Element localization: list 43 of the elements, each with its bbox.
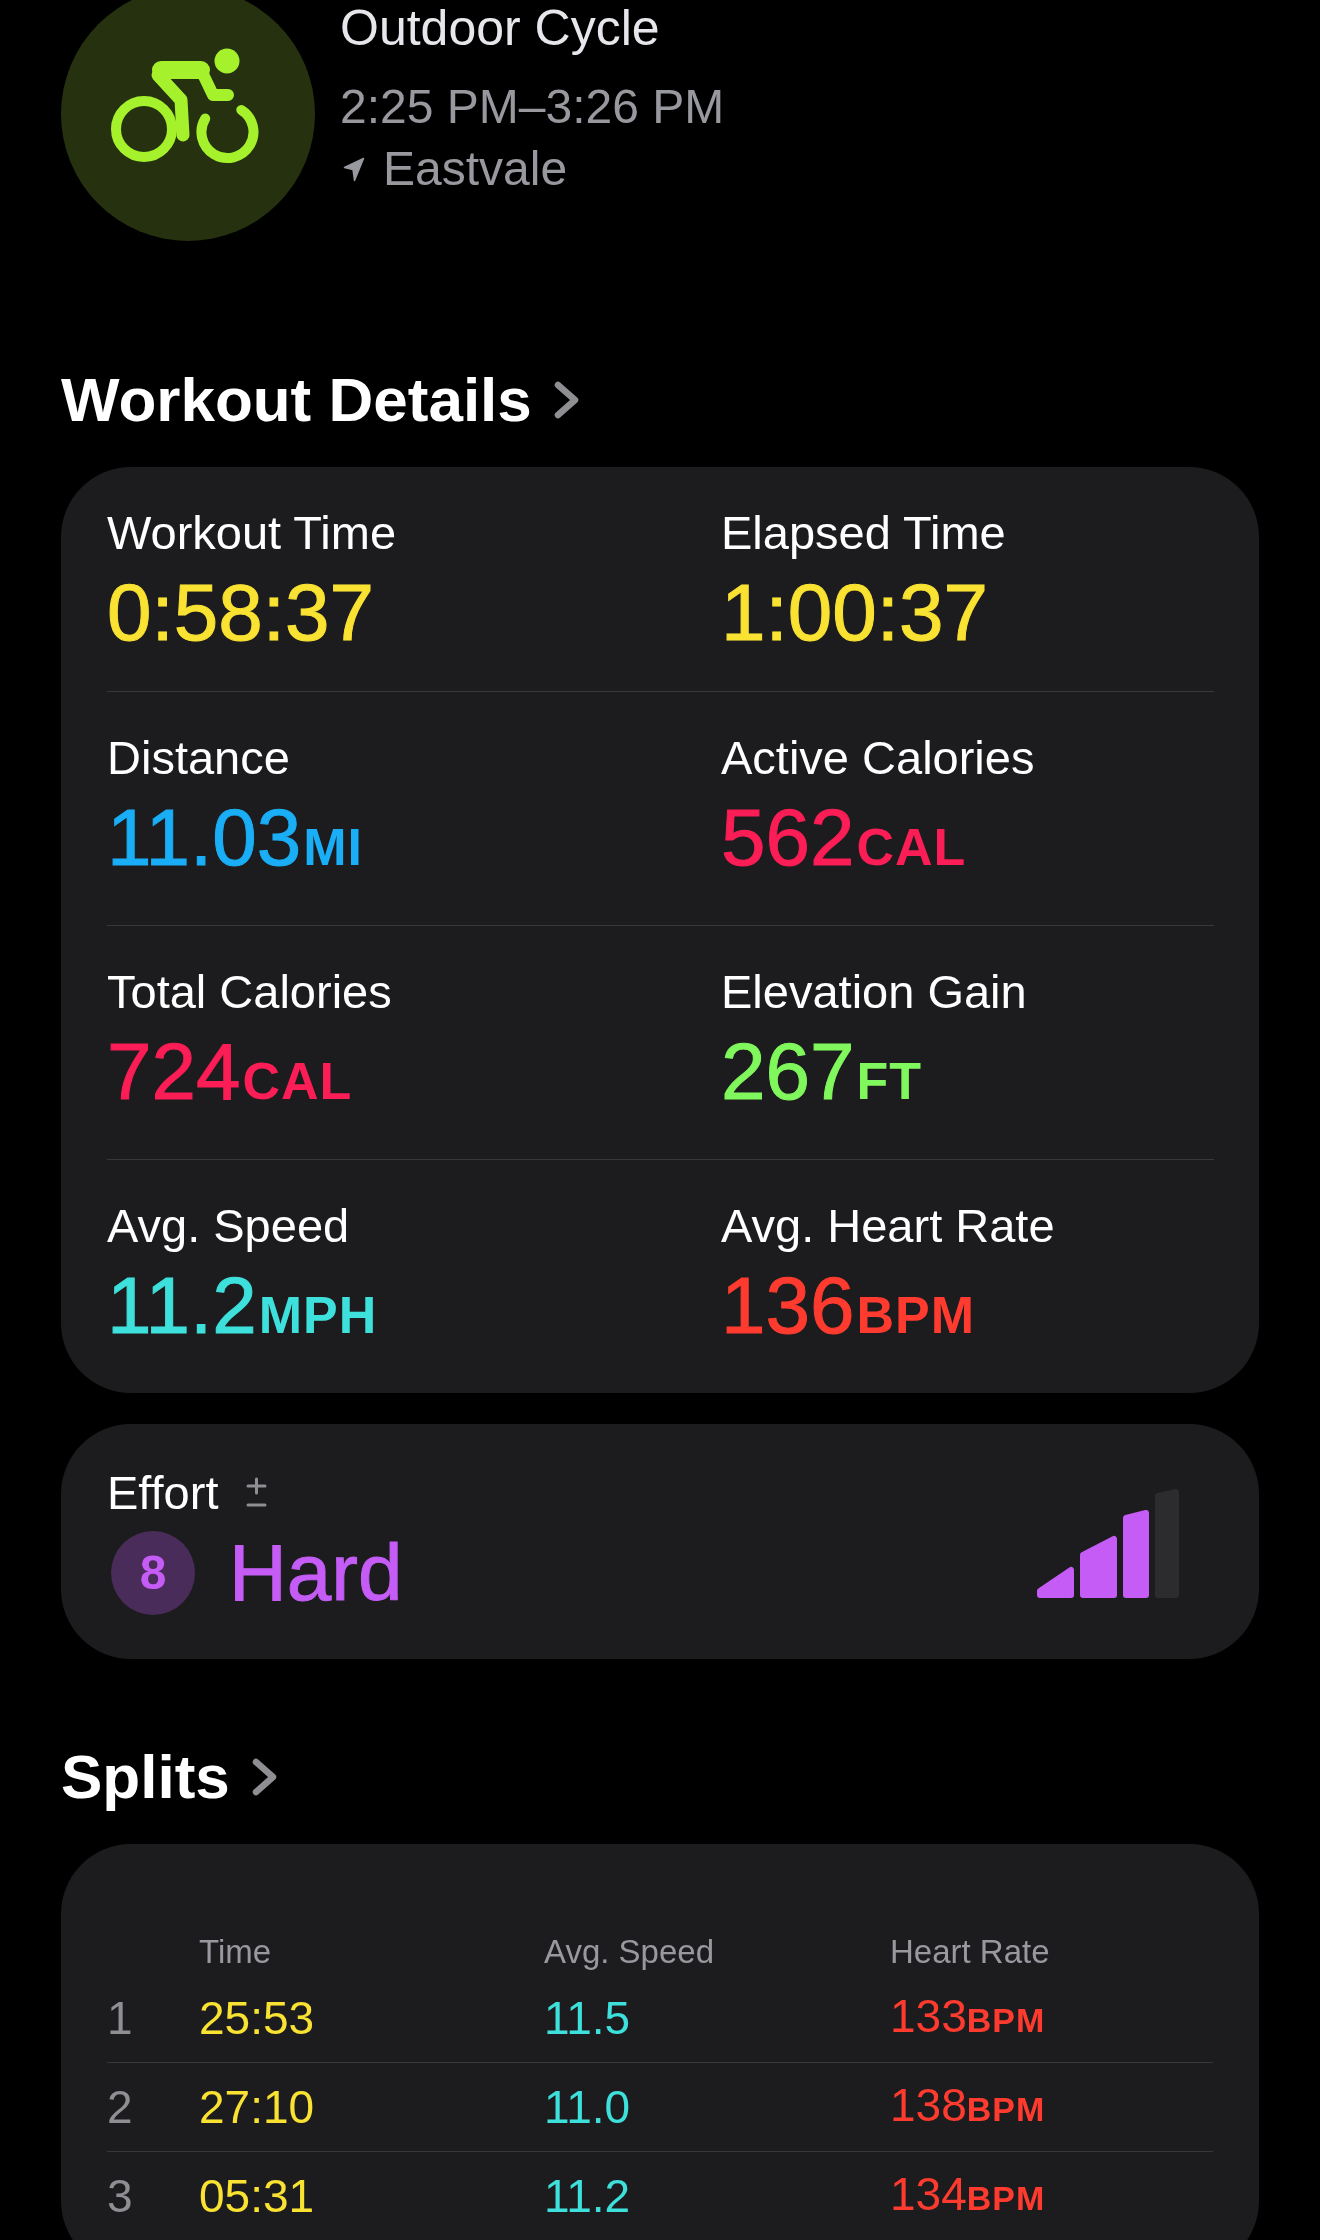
location-arrow-icon — [343, 156, 365, 182]
row-number: 2 — [107, 2080, 133, 2135]
metric-value: 1:00:37 — [721, 567, 988, 659]
metric-value: 136BPM — [721, 1260, 976, 1352]
table-cell-text: 11.2 — [544, 2169, 631, 2224]
score-badge: 8 — [111, 1531, 195, 1615]
metric-label: Workout Time — [107, 505, 398, 561]
column-header: Heart Rate — [890, 1932, 1050, 1972]
metric-label: Active Calories — [721, 730, 1036, 786]
metric-value: 11.03MI — [107, 792, 364, 884]
table-cell-text: 134BPM — [890, 2167, 1046, 2222]
section-link[interactable]: Workout Details — [61, 363, 581, 437]
cyclist-icon — [61, 0, 315, 241]
table-cell-text: 27:10 — [199, 2080, 315, 2135]
column-header: Time — [199, 1932, 272, 1972]
effort-rating: Hard — [229, 1527, 403, 1619]
metric-value: 724CAL — [107, 1026, 353, 1118]
section-link[interactable]: Splits — [61, 1740, 279, 1814]
metric-label: Elevation Gain — [721, 964, 1028, 1020]
metric-label: Total Calories — [107, 964, 393, 1020]
table-cell-text: 11.0 — [544, 2080, 631, 2135]
metric-label: Distance — [107, 730, 291, 786]
metric-value: 11.2MPH — [107, 1260, 378, 1352]
metric-value: 267FT — [721, 1026, 922, 1118]
metric-label: Avg. Heart Rate — [721, 1198, 1056, 1254]
row-number: 3 — [107, 2169, 133, 2224]
workout-title: Outdoor Cycle — [340, 0, 661, 56]
metric-label: Elapsed Time — [721, 505, 1007, 561]
metric-label: Avg. Speed — [107, 1198, 351, 1254]
table-cell-text: 05:31 — [199, 2169, 315, 2224]
table-cell-text: 133BPM — [890, 1989, 1046, 2044]
time-range: 2:25 PM–3:26 PM — [340, 79, 725, 135]
chevron-icon — [250, 1757, 279, 1797]
chevron-icon — [552, 380, 581, 420]
column-header: Avg. Speed — [544, 1932, 715, 1972]
row-number: 1 — [107, 1991, 133, 2046]
table-cell-text: 25:53 — [199, 1991, 315, 2046]
metric-value: 0:58:37 — [107, 567, 374, 659]
metric-value: 562CAL — [721, 792, 967, 884]
location-label: Eastvale — [383, 141, 568, 197]
table-cell-text: 138BPM — [890, 2078, 1046, 2133]
table-cell-text: 11.5 — [544, 1991, 631, 2046]
effort-label: Effort — [107, 1465, 219, 1521]
